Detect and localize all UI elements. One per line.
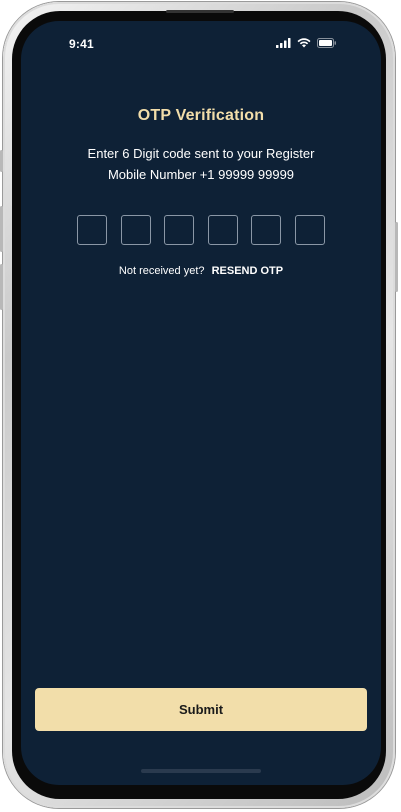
otp-digit-5[interactable] xyxy=(251,215,282,245)
page-title: OTP Verification xyxy=(137,107,265,124)
instruction-line-2: Mobile Number +1 99999 99999 xyxy=(107,167,295,182)
submit-button[interactable]: Submit xyxy=(35,688,367,731)
page: 9:41 OTP Verification Enter 6 Digit code… xyxy=(0,0,401,812)
instruction-line-1: Enter 6 Digit code sent to your Register xyxy=(87,146,315,161)
resend-row: Not received yet? RESEND OTP xyxy=(21,265,381,277)
otp-digit-2[interactable] xyxy=(120,215,151,245)
otp-instruction: Enter 6 Digit code sent to your Register… xyxy=(51,143,351,185)
status-icons xyxy=(276,38,337,48)
status-bar: 9:41 xyxy=(21,21,381,65)
otp-digit-1[interactable] xyxy=(77,215,107,245)
otp-digit-6[interactable] xyxy=(294,215,325,245)
resend-otp-link[interactable]: RESEND OTP xyxy=(212,265,284,277)
status-time: 9:41 xyxy=(69,37,94,51)
signal-icon xyxy=(276,38,291,48)
speaker-grille xyxy=(166,10,234,13)
power-button xyxy=(395,222,398,292)
mute-switch xyxy=(0,150,3,172)
wifi-icon xyxy=(297,38,311,48)
app-screen: 9:41 OTP Verification Enter 6 Digit code… xyxy=(21,21,381,785)
otp-digit-3[interactable] xyxy=(164,215,195,245)
volume-up-button xyxy=(0,206,3,252)
volume-down-button xyxy=(0,264,3,310)
home-indicator xyxy=(141,769,261,773)
otp-input-group xyxy=(77,215,325,247)
resend-prompt: Not received yet? xyxy=(118,265,205,277)
otp-digit-4[interactable] xyxy=(207,215,238,245)
battery-icon xyxy=(317,38,336,48)
